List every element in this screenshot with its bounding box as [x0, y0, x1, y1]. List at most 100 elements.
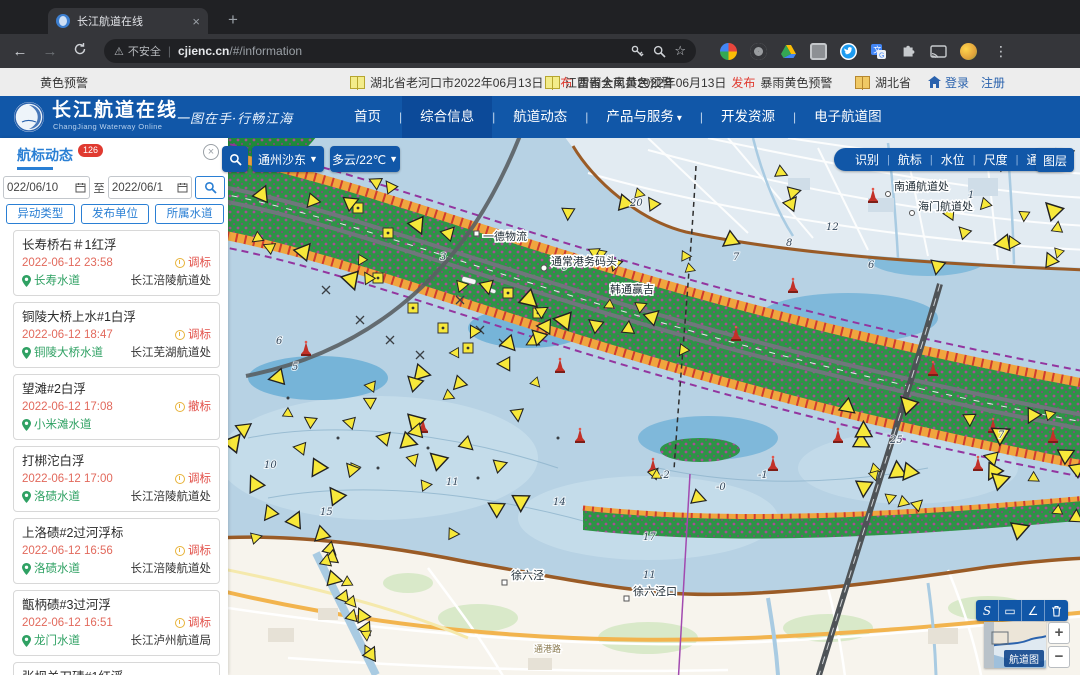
- svg-text:-1: -1: [758, 470, 768, 481]
- card-organization: 长江涪陵航道处: [131, 560, 212, 578]
- filter-publisher[interactable]: 发布单位: [81, 204, 150, 224]
- map-mode-2[interactable]: 水位: [933, 151, 973, 168]
- beacon-card-list: 长寿桥右＃1红浮2022-06-12 23:58调标长寿水道长江涪陵航道处铜陵大…: [0, 230, 228, 675]
- card-waterway: 洛碛水道: [22, 488, 80, 506]
- map-canvas[interactable]: 65101114151720122578311716-0-0-2-1 一德物流 …: [228, 138, 1080, 675]
- svg-text:通常港务码头: 通常港务码头: [551, 255, 617, 268]
- date-to-input[interactable]: 2022/06/1: [108, 176, 192, 199]
- svg-text:6: 6: [276, 336, 283, 347]
- location-pin-icon: [22, 275, 31, 287]
- misc-extension-icon[interactable]: [960, 43, 977, 60]
- nav-separator: |: [585, 110, 588, 124]
- clock-icon: [175, 402, 185, 412]
- card-time: 2022-06-12 17:00: [22, 470, 113, 488]
- site-favicon: [56, 14, 70, 28]
- search-page-icon[interactable]: [652, 44, 667, 59]
- beacon-card[interactable]: 上洛碛#2过河浮标2022-06-12 16:56调标洛碛水道长江涪陵航道处: [13, 518, 220, 584]
- map-mode-3[interactable]: 尺度: [976, 151, 1016, 168]
- filter-buttons: 异动类型 发布单位 所属水道: [6, 204, 224, 224]
- card-waterway: 洛碛水道: [22, 560, 80, 578]
- circle-extension-icon[interactable]: [750, 43, 767, 60]
- nav-item-2[interactable]: 航道动态: [495, 96, 585, 138]
- map-mode-0[interactable]: 识别: [847, 151, 887, 168]
- card-waterway: 龙门水道: [22, 632, 80, 650]
- beacon-card[interactable]: 张坝关刀碛#1红浮2022-06-12 16:42撤标小米滩水道: [13, 662, 220, 675]
- key-icon[interactable]: [630, 44, 645, 59]
- card-title: 长寿桥右＃1红浮: [22, 237, 211, 254]
- browser-tabstrip: 长江航道在线 × +: [0, 0, 1080, 34]
- zoom-out-button[interactable]: −: [1048, 646, 1070, 668]
- not-secure-warning: ⚠ 不安全: [114, 43, 161, 59]
- measure-angle-button[interactable]: ∠: [1022, 600, 1045, 621]
- tab-close-icon[interactable]: ×: [192, 14, 200, 29]
- nav-item-3[interactable]: 产品与服务▾: [588, 96, 700, 138]
- date-search-button[interactable]: [195, 176, 225, 199]
- nav-item-1[interactable]: 综合信息: [402, 96, 492, 138]
- location-pin-icon: [22, 491, 31, 503]
- weather-alert-partial: 黄色预警: [0, 68, 88, 96]
- reload-icon[interactable]: [70, 42, 90, 60]
- beacon-card[interactable]: 望滩#2白浮2022-06-12 17:08撤标小米滩水道: [13, 374, 220, 440]
- weather-dropdown[interactable]: 多云/22℃▼: [330, 146, 400, 172]
- warning-flag-icon: [350, 76, 365, 89]
- nav-item-0[interactable]: 首页: [336, 96, 399, 138]
- bookmark-star-icon[interactable]: ☆: [674, 43, 686, 59]
- beacon-card[interactable]: 铜陵大桥上水#1白浮2022-06-12 18:47调标铜陵大桥水道长江芜湖航道…: [13, 302, 220, 368]
- card-waterway: 小米滩水道: [22, 416, 92, 434]
- svg-text:-0: -0: [716, 482, 726, 493]
- svg-text:11: 11: [643, 570, 656, 581]
- clock-icon: [175, 618, 185, 628]
- card-organization: 长江泸州航道局: [131, 632, 212, 650]
- svg-text:5: 5: [292, 362, 298, 373]
- card-title: 甑柄碛#3过河浮: [22, 597, 211, 614]
- browser-menu-icon[interactable]: ⋮: [994, 43, 1008, 60]
- login-link[interactable]: 登录: [928, 74, 969, 91]
- bird-extension-icon[interactable]: [840, 43, 857, 60]
- beacon-card[interactable]: 打梆沱白浮2022-06-12 17:00调标洛碛水道长江涪陵航道处: [13, 446, 220, 512]
- layers-button[interactable]: 图层: [1036, 148, 1074, 172]
- panel-close-icon[interactable]: ×: [203, 144, 219, 160]
- url-bar[interactable]: ⚠ 不安全 | cjienc.cn/#/information ☆: [104, 39, 696, 63]
- cast-icon[interactable]: [930, 43, 947, 60]
- main-area: 航标动态 126 × 022/06/10 至 2022/06/1 异动: [0, 138, 1080, 675]
- measure-distance-button[interactable]: S: [976, 600, 999, 621]
- back-icon[interactable]: ←: [10, 43, 30, 60]
- main-nav: 首页|综合信息|航道动态|产品与服务▾|开发资源|电子航道图: [336, 96, 900, 138]
- filter-change-type[interactable]: 异动类型: [6, 204, 75, 224]
- forward-icon[interactable]: →: [40, 43, 60, 60]
- filter-waterway[interactable]: 所属水道: [155, 204, 224, 224]
- chevron-down-icon: ▾: [677, 113, 682, 124]
- map-search-button[interactable]: [222, 146, 248, 172]
- svg-text:10: 10: [264, 460, 277, 471]
- screenshot-extension-icon[interactable]: [810, 43, 827, 60]
- extensions-puzzle-icon[interactable]: [900, 43, 917, 60]
- map-panel: 65101114151720122578311716-0-0-2-1 一德物流 …: [228, 138, 1080, 675]
- location-pin-icon: [22, 347, 31, 359]
- new-tab-button[interactable]: +: [220, 7, 246, 33]
- map-mode-1[interactable]: 航标: [890, 151, 930, 168]
- station-dropdown[interactable]: 通州沙东▼: [252, 146, 324, 172]
- zoom-in-button[interactable]: +: [1048, 622, 1070, 644]
- beacon-card[interactable]: 甑柄碛#3过河浮2022-06-12 16:51调标龙门水道长江泸州航道局: [13, 590, 220, 656]
- svg-text:17: 17: [643, 532, 656, 543]
- register-link[interactable]: 注册: [981, 74, 1005, 91]
- nav-item-4[interactable]: 开发资源: [703, 96, 793, 138]
- clear-measure-button[interactable]: [1045, 600, 1068, 621]
- date-from-input[interactable]: 022/06/10: [3, 176, 90, 199]
- nav-item-5[interactable]: 电子航道图: [796, 96, 900, 138]
- nav-separator: |: [492, 110, 495, 124]
- drive-icon[interactable]: [780, 43, 797, 60]
- chevron-down-icon: ▼: [389, 154, 398, 164]
- measure-area-button[interactable]: ▭: [999, 600, 1022, 621]
- beacon-card[interactable]: 长寿桥右＃1红浮2022-06-12 23:58调标长寿水道长江涪陵航道处: [13, 230, 220, 296]
- translate-icon[interactable]: 文G: [870, 43, 887, 60]
- svg-text:7: 7: [998, 430, 1005, 441]
- browser-tab[interactable]: 长江航道在线 ×: [48, 8, 208, 34]
- svg-text:通港路: 通港路: [534, 643, 561, 654]
- card-title: 张坝关刀碛#1红浮: [22, 669, 211, 675]
- card-status: 调标: [175, 614, 211, 632]
- card-status: 调标: [175, 542, 211, 560]
- clock-icon: [175, 258, 185, 268]
- photos-extension-icon[interactable]: [720, 43, 737, 60]
- svg-text:1: 1: [968, 190, 974, 201]
